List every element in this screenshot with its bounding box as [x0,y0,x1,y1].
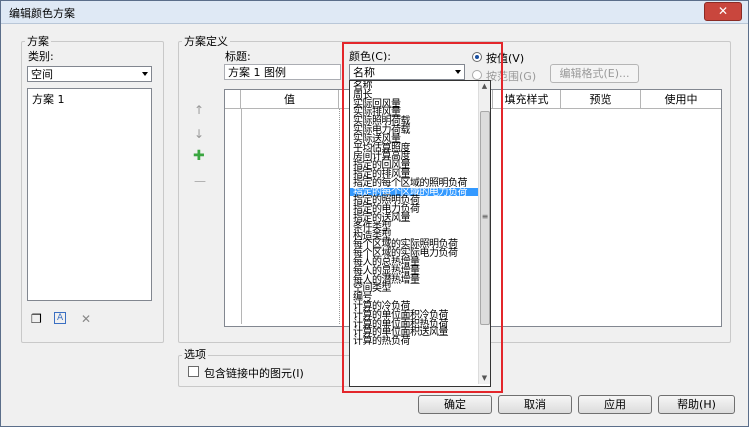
move-up-icon[interactable]: ↑ [194,103,204,117]
rename-icon[interactable]: A [54,312,67,324]
remove-icon[interactable]: — [194,174,206,188]
row-header-column [225,109,242,324]
options-group-title: 选项 [182,346,208,362]
move-down-icon[interactable]: ↓ [194,127,204,141]
title-input[interactable]: 方案 1 图例 [224,64,341,80]
scheme-list[interactable]: 方案 1 [27,88,152,301]
category-select[interactable]: 空间 [27,66,152,82]
include-links-checkbox[interactable] [188,366,199,377]
add-icon[interactable]: ✚ [193,149,205,163]
title-label: 标题: [225,50,251,63]
close-button[interactable]: ✕ [704,2,742,21]
column-divider [339,109,340,324]
scheme-group-title: 方案 [25,33,51,49]
include-links-label: 包含链接中的图元(I) [204,367,304,380]
column-header-in-use[interactable]: 使用中 [641,90,721,109]
help-button[interactable]: 帮助(H) [658,395,735,414]
chevron-down-icon [142,72,148,76]
definition-group-title: 方案定义 [182,33,230,49]
ok-button[interactable]: 确定 [418,395,492,414]
delete-icon[interactable]: ✕ [81,312,91,326]
annotation-highlight-box [342,42,503,393]
list-item[interactable]: 方案 1 [28,89,151,109]
title-bar: 编辑颜色方案 ✕ [1,1,748,24]
apply-button[interactable]: 应用 [578,395,652,414]
category-label: 类别: [28,50,54,63]
column-header-fill-pattern[interactable]: 填充样式 [493,90,561,109]
category-value: 空间 [31,68,53,81]
dialog-window: 编辑颜色方案 ✕ 方案 类别: 空间 方案 1 ❐ A ✕ 方案定义 标题: 方… [0,0,749,427]
duplicate-icon[interactable]: ❐ [31,312,42,326]
edit-format-button[interactable]: 编辑格式(E)... [550,64,639,83]
window-title: 编辑颜色方案 [9,7,75,20]
column-header-value[interactable]: 值 [241,90,339,109]
row-header-corner [225,90,241,109]
column-header-preview[interactable]: 预览 [561,90,641,109]
cancel-button[interactable]: 取消 [498,395,572,414]
